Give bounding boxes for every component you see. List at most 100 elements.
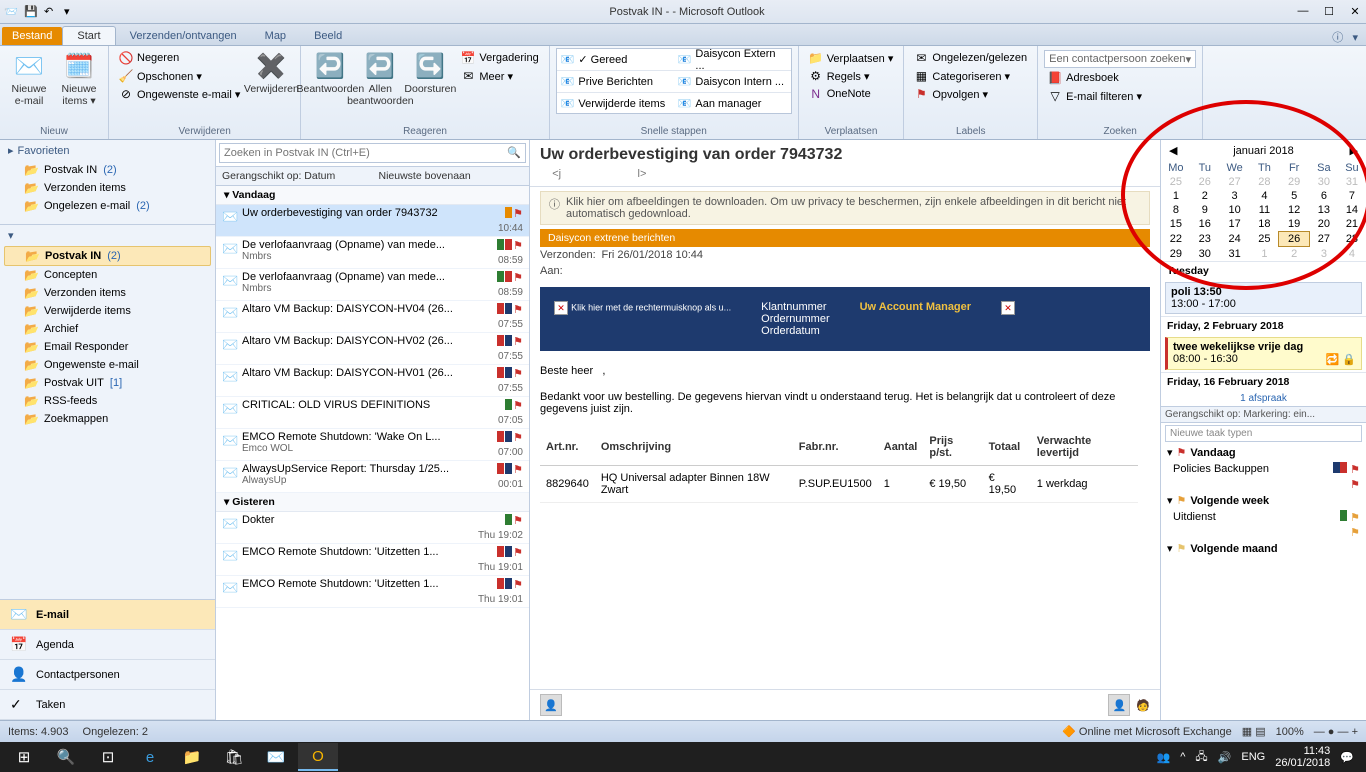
calendar-day[interactable]: 19 — [1278, 217, 1309, 231]
calendar-day[interactable]: 5 — [1278, 189, 1309, 203]
calendar-day[interactable]: 27 — [1310, 231, 1338, 247]
calendar-day[interactable]: 24 — [1219, 231, 1251, 247]
quickstep-item[interactable]: 📧Daisycon Intern ... — [674, 71, 791, 93]
sort-header[interactable]: Gerangschikt op: Datum Nieuwste bovenaan — [216, 167, 529, 186]
calendar-day[interactable]: 18 — [1250, 217, 1278, 231]
calendar-day[interactable]: 25 — [1161, 175, 1191, 189]
taskbar-outlook[interactable]: O — [298, 743, 338, 771]
calendar-day[interactable]: 17 — [1219, 217, 1251, 231]
calendar-day[interactable]: 27 — [1219, 175, 1251, 189]
message-item[interactable]: ✉️Altaro VM Backup: DAISYCON-HV02 (26...… — [216, 333, 529, 365]
people-pane[interactable]: 👤 👤 🧑 — [530, 689, 1160, 720]
start-button[interactable]: ⊞ — [4, 743, 44, 771]
forward-button[interactable]: ↪️Doorsturen — [407, 48, 453, 96]
search-input[interactable] — [219, 143, 526, 163]
message-item[interactable]: ✉️Dokter ⚑Thu 19:02 — [216, 512, 529, 544]
new-task-input[interactable]: Nieuwe taak typen — [1165, 425, 1362, 442]
calendar-day[interactable]: 13 — [1310, 203, 1338, 217]
categorize-button[interactable]: ▦Categoriseren ▾ — [910, 68, 1031, 84]
tab-sendrecv[interactable]: Verzenden/ontvangen — [116, 27, 251, 45]
search-icon[interactable]: 🔍 — [507, 146, 521, 159]
quickstep-item[interactable]: 📧✓ Gereed — [557, 49, 674, 71]
calendar-day[interactable]: 8 — [1161, 203, 1191, 217]
calendar-day[interactable]: 2 — [1191, 189, 1219, 203]
calendar-day[interactable]: 4 — [1250, 189, 1278, 203]
nav-folder[interactable]: 📂Postvak IN (2) — [4, 246, 211, 266]
appointment[interactable]: poli 13:5013:00 - 17:00 — [1165, 282, 1362, 314]
calendar-day[interactable]: 25 — [1250, 231, 1278, 247]
cal-next-icon[interactable]: ▶ — [1350, 144, 1358, 157]
calendar-day[interactable]: 21 — [1338, 217, 1366, 231]
calendar-day[interactable]: 9 — [1191, 203, 1219, 217]
message-item[interactable]: ✉️Altaro VM Backup: DAISYCON-HV01 (26...… — [216, 365, 529, 397]
task-item[interactable]: Uitdienst ⚑ — [1161, 509, 1366, 525]
nav-folder[interactable]: 📂Zoekmappen — [0, 410, 215, 428]
calendar-day[interactable]: 3 — [1219, 189, 1251, 203]
message-item[interactable]: ✉️CRITICAL: OLD VIRUS DEFINITIONS ⚑07:05 — [216, 397, 529, 429]
message-item[interactable]: ✉️AlwaysUpService Report: Thursday 1/25.… — [216, 461, 529, 493]
calendar-day[interactable]: 12 — [1278, 203, 1309, 217]
message-item[interactable]: ✉️EMCO Remote Shutdown: 'Uitzetten 1... … — [216, 576, 529, 608]
unread-button[interactable]: ✉Ongelezen/gelezen — [910, 50, 1031, 66]
calendar-day[interactable]: 20 — [1310, 217, 1338, 231]
save-icon[interactable]: 💾 — [24, 5, 38, 19]
calendar-day[interactable]: 31 — [1338, 175, 1366, 189]
qab-dropdown-icon[interactable]: ▾ — [64, 5, 78, 19]
cal-month[interactable]: januari 2018 — [1233, 145, 1294, 157]
task-group-nextweek[interactable]: ▾⚑Volgende week — [1161, 492, 1366, 509]
calendar-day[interactable]: 30 — [1191, 247, 1219, 261]
nav-contacts[interactable]: 👤Contactpersonen — [0, 660, 215, 690]
taskbar-explorer[interactable]: 📁 — [172, 743, 212, 771]
nav-folder[interactable]: 📂Postvak UIT [1] — [0, 374, 215, 392]
meeting-button[interactable]: 📅Vergadering — [457, 50, 542, 66]
taskbar-taskview[interactable]: ⊡ — [88, 743, 128, 771]
filter-email-button[interactable]: ▽E-mail filteren ▾ — [1044, 88, 1196, 104]
calendar-day[interactable]: 15 — [1161, 217, 1191, 231]
calendar-day[interactable]: 14 — [1338, 203, 1366, 217]
taskbar-search[interactable]: 🔍 — [46, 743, 86, 771]
view-buttons[interactable]: ▦ ▤ — [1242, 725, 1266, 738]
nav-calendar[interactable]: 📅Agenda — [0, 630, 215, 660]
calendar-day[interactable]: 26 — [1278, 231, 1309, 247]
tray-expand-icon[interactable]: ^ — [1180, 751, 1185, 763]
message-item[interactable]: ✉️De verlofaanvraag (Opname) van mede...… — [216, 237, 529, 269]
calendar-day[interactable]: 10 — [1219, 203, 1251, 217]
favorites-header[interactable]: ▸Favorieten — [0, 140, 215, 161]
move-button[interactable]: 📁Verplaatsen ▾ — [805, 50, 898, 66]
minimize-button[interactable]: — — [1296, 5, 1310, 18]
quickstep-item[interactable]: 📧Daisycon Extern ... — [674, 49, 791, 71]
appointment[interactable]: twee wekelijkse vrije dag08:00 - 16:30🔁 … — [1165, 337, 1362, 370]
new-items-button[interactable]: 🗓️Nieuwe items ▾ — [56, 48, 102, 107]
message-group[interactable]: ▾ Vandaag — [216, 186, 529, 205]
nav-folder[interactable]: 📂RSS-feeds — [0, 392, 215, 410]
quick-steps-gallery[interactable]: 📧✓ Gereed📧Daisycon Extern ...📧Prive Beri… — [556, 48, 792, 114]
quickstep-item[interactable]: 📧Aan manager — [674, 93, 791, 114]
nav-folder[interactable]: 📂Ongelezen e-mail (2) — [0, 197, 215, 215]
message-item[interactable]: ✉️EMCO Remote Shutdown: 'Uitzetten 1... … — [216, 544, 529, 576]
calendar-day[interactable]: 22 — [1161, 231, 1191, 247]
task-item[interactable]: Policies Backuppen ⚑ — [1161, 461, 1366, 477]
more-respond-button[interactable]: ✉Meer ▾ — [457, 68, 542, 84]
quickstep-item[interactable]: 📧Prive Berichten — [557, 71, 674, 93]
calendar-day[interactable]: 2 — [1278, 247, 1309, 261]
tab-folder[interactable]: Map — [251, 27, 300, 45]
cal-prev-icon[interactable]: ◀ — [1169, 144, 1177, 157]
taskbar-mail[interactable]: ✉️ — [256, 743, 296, 771]
tray-network-icon[interactable]: 🖧 — [1195, 748, 1207, 767]
tab-file[interactable]: Bestand — [2, 27, 62, 45]
task-group-today[interactable]: ▾⚑Vandaag — [1161, 444, 1366, 461]
quickstep-item[interactable]: 📧Verwijderde items — [557, 93, 674, 114]
onenote-button[interactable]: NOneNote — [805, 86, 898, 102]
taskbar-store[interactable]: 🛍 — [214, 743, 254, 771]
calendar-day[interactable]: 3 — [1310, 247, 1338, 261]
junk-button[interactable]: ⊘Ongewenste e-mail ▾ — [115, 86, 244, 102]
message-item[interactable]: ✉️Uw orderbevestiging van order 7943732 … — [216, 205, 529, 237]
calendar-day[interactable]: 26 — [1191, 175, 1219, 189]
social-icon[interactable]: 🧑 — [1136, 699, 1150, 712]
new-email-button[interactable]: ✉️Nieuwe e-mail — [6, 48, 52, 107]
mini-calendar[interactable]: MoTuWeThFrSaSu25262728293031123456789101… — [1161, 161, 1366, 261]
nav-folder[interactable]: 📂Verwijderde items — [0, 302, 215, 320]
calendar-day[interactable]: 28 — [1250, 175, 1278, 189]
close-button[interactable]: ✕ — [1348, 5, 1362, 18]
tray-volume-icon[interactable]: 🔊 — [1218, 751, 1232, 764]
